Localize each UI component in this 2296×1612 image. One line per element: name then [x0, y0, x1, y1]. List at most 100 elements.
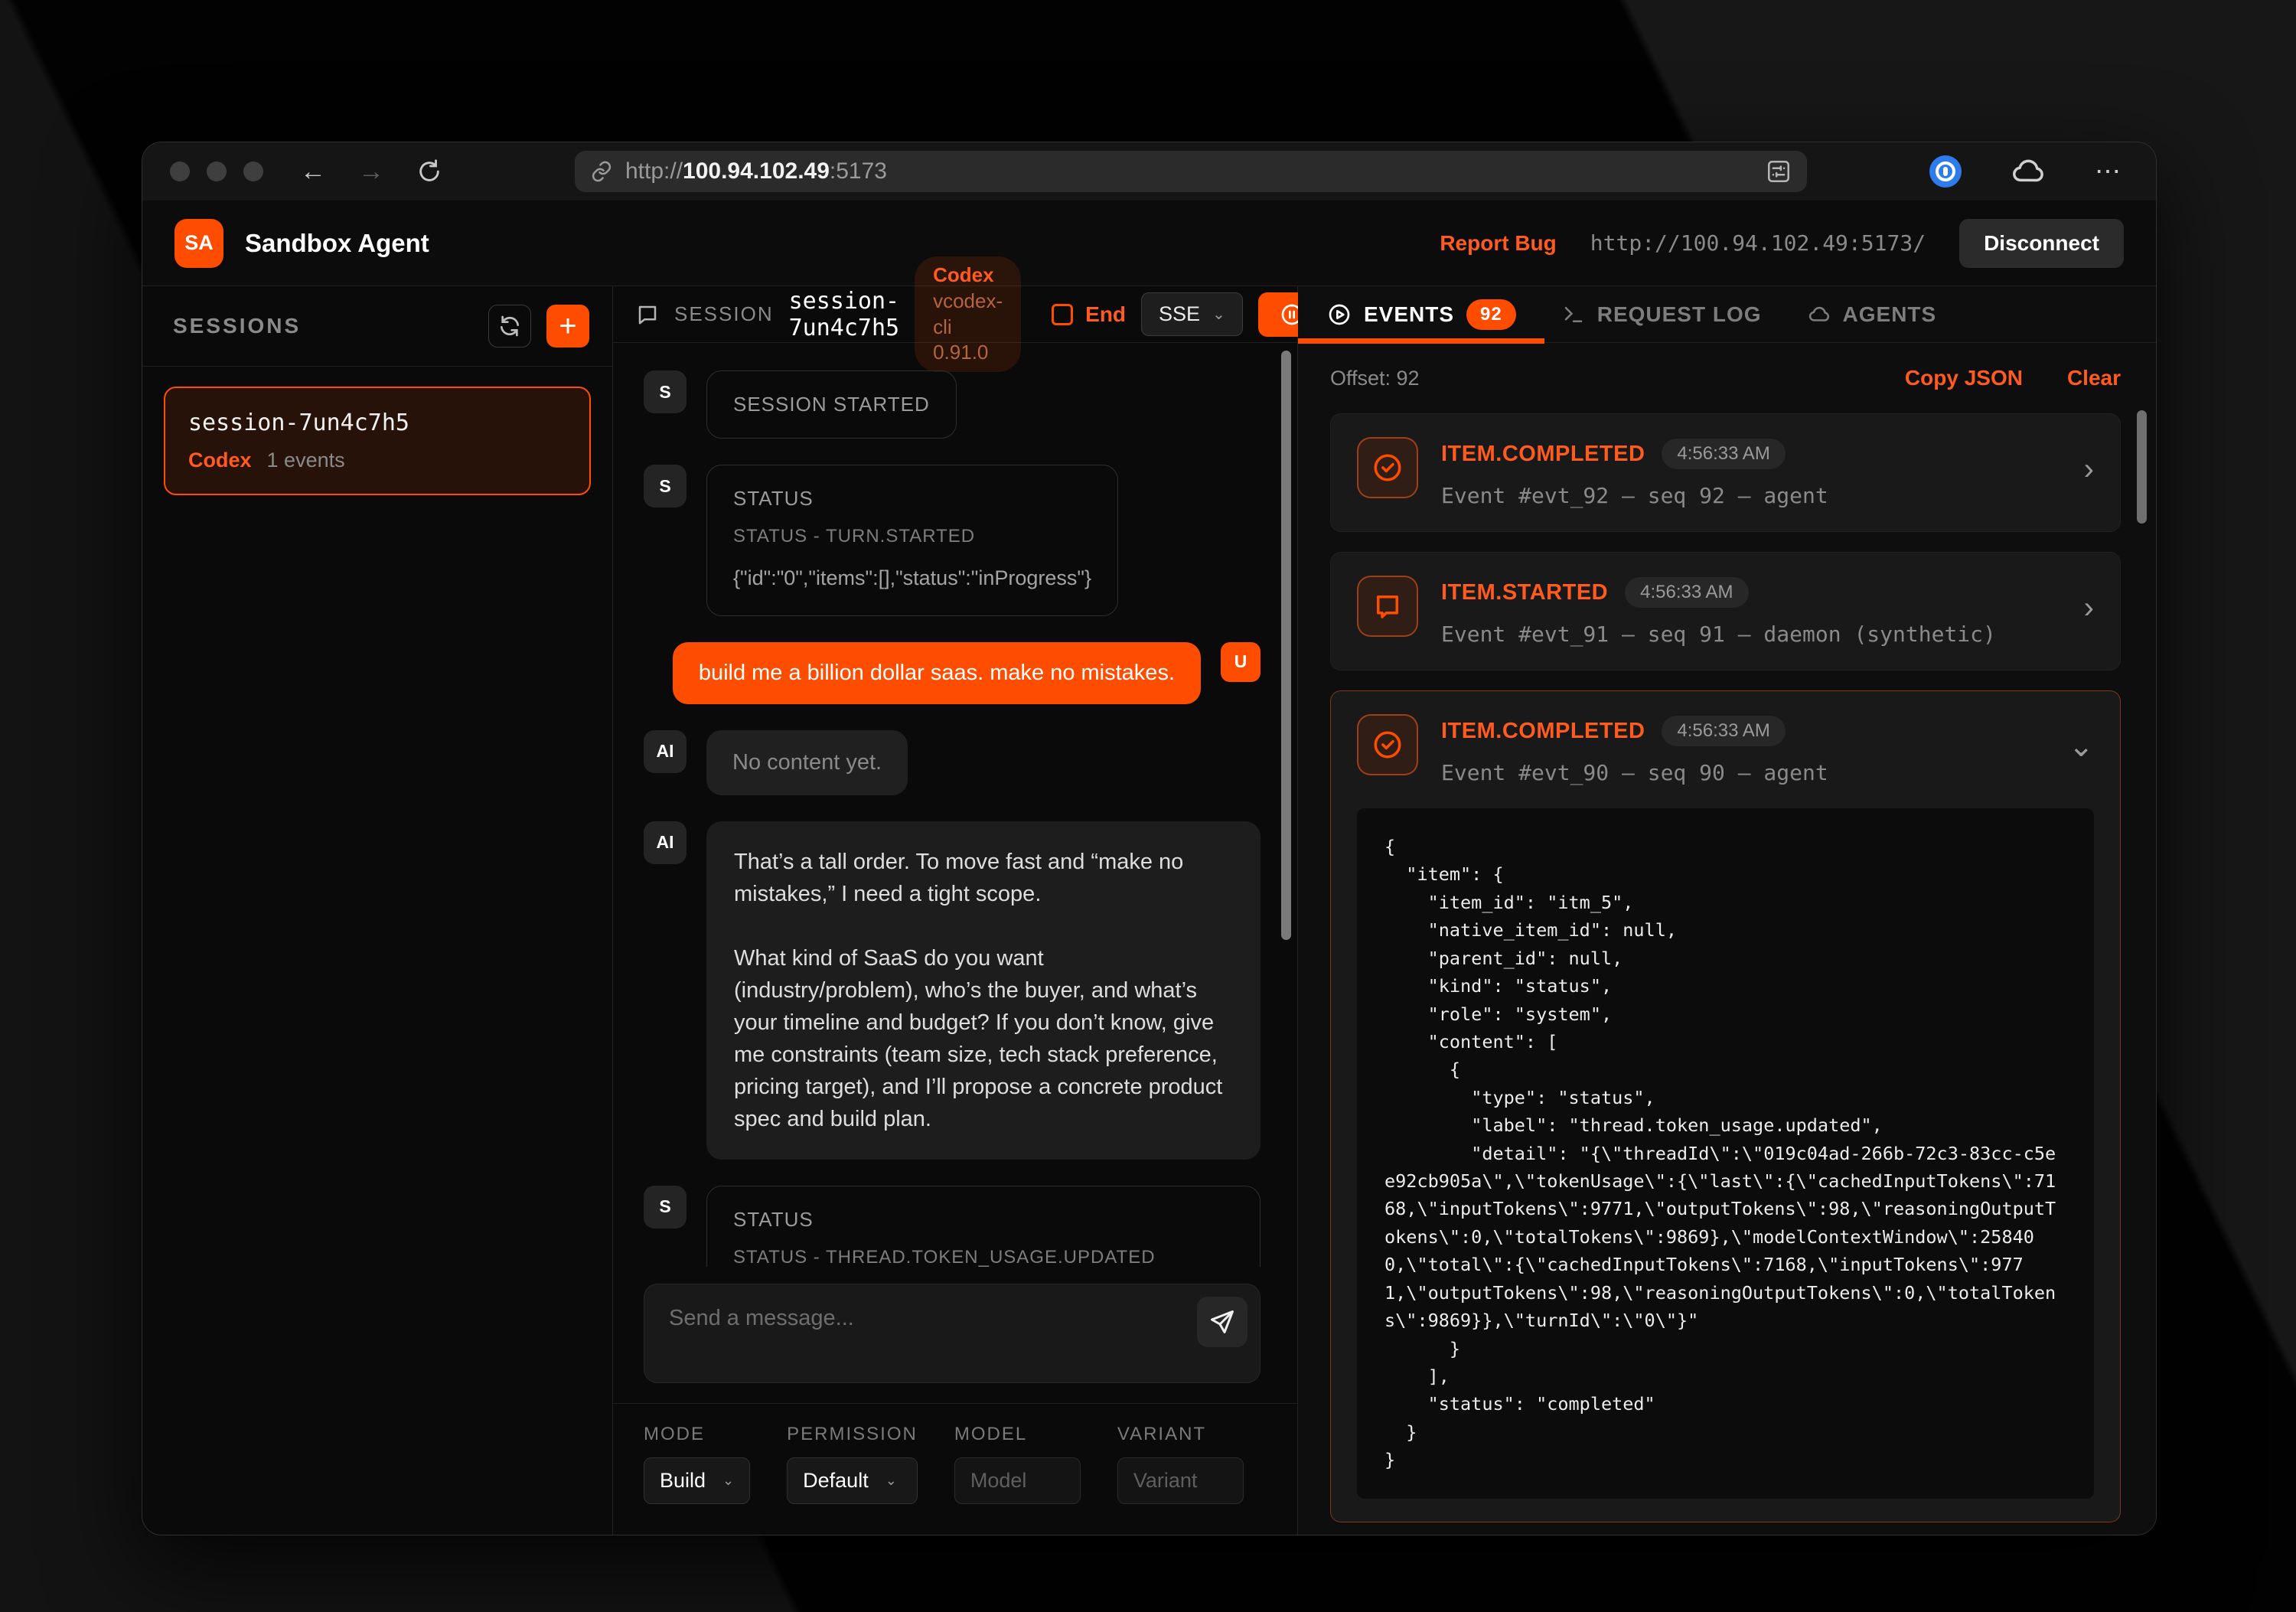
- password-manager-icon[interactable]: [1929, 155, 1962, 188]
- chevron-right-icon[interactable]: ›: [2084, 454, 2094, 485]
- event-payload-json: { "item": { "item_id": "itm_5", "native_…: [1357, 808, 2094, 1499]
- event-card-expanded[interactable]: ITEM.COMPLETED 4:56:33 AM Event #evt_90 …: [1330, 690, 2121, 1522]
- cloud-sync-icon[interactable]: [2011, 154, 2046, 189]
- events-count-badge: 92: [1466, 299, 1516, 330]
- event-card[interactable]: ITEM.COMPLETED 4:56:33 AM Event #evt_92 …: [1330, 413, 2121, 532]
- maximize-window-button[interactable]: [243, 162, 263, 181]
- model-input[interactable]: [954, 1457, 1081, 1504]
- disconnect-button[interactable]: Disconnect: [1959, 219, 2124, 268]
- session-agent-label: Codex: [188, 449, 252, 472]
- event-type: ITEM.COMPLETED: [1441, 442, 1645, 467]
- check-circle-icon: [1357, 714, 1418, 775]
- chevron-down-icon: ⌄: [722, 1473, 734, 1489]
- event-meta: Event #evt_91 — seq 91 — daemon (synthet…: [1441, 622, 1996, 647]
- sessions-title: SESSIONS: [173, 314, 301, 338]
- new-session-button[interactable]: +: [546, 305, 589, 348]
- address-bar[interactable]: http://100.94.102.49:5173: [575, 151, 1807, 192]
- chevron-down-icon: ⌄: [1212, 305, 1225, 324]
- event-meta: Event #evt_92 — seq 92 — agent: [1441, 483, 1828, 508]
- ai-message: AI That’s a tall order. To move fast and…: [644, 821, 1261, 1160]
- event-time: 4:56:33 AM: [1662, 439, 1785, 469]
- chat-panel: SESSION session-7un4c7h5 Codex vcodex-cl…: [613, 286, 1298, 1535]
- tab-events[interactable]: EVENTS 92: [1327, 299, 1516, 330]
- events-scrollbar[interactable]: [2137, 410, 2147, 524]
- chat-header: SESSION session-7un4c7h5 Codex vcodex-cl…: [613, 286, 1297, 343]
- user-message-text: build me a billion dollar saas. make no …: [673, 642, 1201, 704]
- variant-label: VARIANT: [1117, 1424, 1244, 1445]
- copy-json-button[interactable]: Copy JSON: [1905, 366, 2023, 390]
- permission-select[interactable]: Default ⌄: [787, 1457, 918, 1504]
- end-checkbox[interactable]: [1052, 304, 1073, 325]
- system-avatar: S: [644, 1186, 687, 1229]
- session-label: SESSION: [674, 302, 774, 326]
- refresh-sessions-button[interactable]: [488, 305, 531, 348]
- session-events-count: 1 events: [267, 449, 345, 472]
- url-text: http://100.94.102.49:5173: [625, 158, 887, 184]
- session-bubble-icon: [636, 303, 659, 326]
- mode-label: MODE: [644, 1424, 750, 1445]
- ai-avatar: AI: [644, 730, 687, 773]
- browser-window: ← → http://100.94.102.49:5173: [142, 142, 2157, 1535]
- back-icon[interactable]: ←: [300, 158, 326, 184]
- events-panel: EVENTS 92 REQUEST LOG AGENTS: [1298, 286, 2156, 1535]
- system-message: S STATUS STATUS - THREAD.TOKEN_USAGE.UPD…: [644, 1186, 1261, 1267]
- variant-input[interactable]: [1117, 1457, 1244, 1504]
- event-meta: Event #evt_90 — seq 90 — agent: [1441, 760, 1828, 785]
- event-card[interactable]: ITEM.STARTED 4:56:33 AM Event #evt_91 — …: [1330, 552, 2121, 671]
- model-label: MODEL: [954, 1424, 1081, 1445]
- event-list[interactable]: ITEM.COMPLETED 4:56:33 AM Event #evt_92 …: [1298, 409, 2156, 1535]
- system-avatar: S: [644, 370, 687, 413]
- event-time: 4:56:33 AM: [1662, 716, 1785, 746]
- active-tab-indicator: [1298, 338, 1544, 344]
- message-label: STATUS: [733, 1208, 1234, 1232]
- forward-icon[interactable]: →: [358, 158, 384, 184]
- check-circle-icon: [1357, 437, 1418, 498]
- message-input[interactable]: [644, 1284, 1260, 1382]
- minimize-window-button[interactable]: [207, 162, 227, 181]
- user-avatar: U: [1221, 642, 1261, 682]
- clear-button[interactable]: Clear: [2067, 366, 2121, 390]
- composer: [613, 1267, 1297, 1383]
- system-avatar: S: [644, 465, 687, 507]
- chevron-down-icon: ⌄: [885, 1473, 897, 1489]
- app-logo: SA: [174, 219, 223, 268]
- sessions-sidebar: SESSIONS + session-7un4c7h5 Codex 1 even…: [142, 286, 613, 1535]
- close-window-button[interactable]: [170, 162, 190, 181]
- chevron-right-icon[interactable]: ›: [2084, 592, 2094, 623]
- app-title: Sandbox Agent: [245, 229, 429, 258]
- browser-menu-icon[interactable]: ⋯: [2095, 156, 2125, 187]
- event-time: 4:56:33 AM: [1625, 577, 1748, 608]
- cloud-icon: [1808, 303, 1831, 326]
- offset-text: Offset: 92: [1330, 367, 1420, 390]
- mode-select[interactable]: Build ⌄: [644, 1457, 750, 1504]
- chat-scrollbar[interactable]: [1281, 351, 1291, 940]
- link-icon: [590, 160, 613, 183]
- chevron-down-icon[interactable]: ⌄: [2068, 731, 2094, 762]
- send-icon: [1208, 1308, 1236, 1336]
- reload-icon[interactable]: [416, 158, 442, 184]
- play-circle-icon: [1327, 302, 1352, 327]
- message-label: SESSION STARTED: [733, 393, 930, 416]
- end-label: End: [1085, 302, 1126, 327]
- transport-select[interactable]: SSE ⌄: [1141, 292, 1243, 336]
- ai-avatar: AI: [644, 821, 687, 864]
- event-type: ITEM.COMPLETED: [1441, 719, 1645, 744]
- user-message: build me a billion dollar saas. make no …: [644, 642, 1261, 704]
- browser-chrome: ← → http://100.94.102.49:5173: [142, 142, 2156, 201]
- session-list-item[interactable]: session-7un4c7h5 Codex 1 events: [164, 387, 591, 495]
- send-button[interactable]: [1197, 1297, 1247, 1347]
- end-checkbox-group[interactable]: End: [1052, 302, 1126, 327]
- report-bug-link[interactable]: Report Bug: [1440, 231, 1556, 256]
- site-settings-icon[interactable]: [1766, 158, 1792, 184]
- tab-agents[interactable]: AGENTS: [1808, 302, 1937, 327]
- message-code: {"id":"0","items":[],"status":"inProgres…: [733, 563, 1091, 594]
- connection-url: http://100.94.102.49:5173/: [1590, 230, 1926, 256]
- ai-message: AI No content yet.: [644, 730, 1261, 795]
- system-message: S STATUS STATUS - TURN.STARTED {"id":"0"…: [644, 465, 1261, 616]
- tab-request-log[interactable]: REQUEST LOG: [1562, 302, 1762, 327]
- message-list[interactable]: S SESSION STARTED S STATUS STATUS - TURN…: [613, 343, 1297, 1267]
- message-sublabel: STATUS - TURN.STARTED: [733, 526, 1091, 547]
- ai-message-text: No content yet.: [706, 730, 908, 795]
- panel-tabs: EVENTS 92 REQUEST LOG AGENTS: [1298, 286, 2156, 343]
- session-name: session-7un4c7h5: [188, 410, 566, 436]
